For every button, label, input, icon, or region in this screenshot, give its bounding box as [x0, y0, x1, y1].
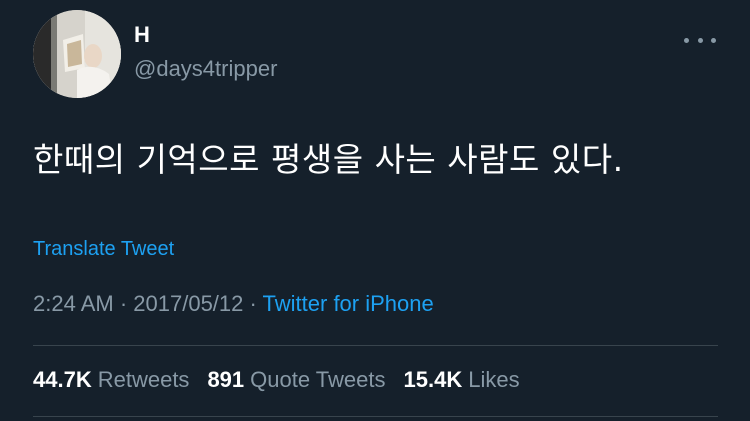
avatar-photo — [33, 10, 121, 98]
tweet-detail: H @days4tripper 한때의 기억으로 평생을 사는 사람도 있다. … — [0, 0, 750, 421]
quote-tweets-stat[interactable]: 891 Quote Tweets — [207, 367, 385, 393]
display-name[interactable]: H — [134, 24, 150, 46]
tweet-stats: 44.7K Retweets 891 Quote Tweets 15.4K Likes — [33, 367, 520, 393]
retweets-count: 44.7K — [33, 367, 92, 392]
likes-label: Likes — [468, 367, 520, 392]
likes-stat[interactable]: 15.4K Likes — [404, 367, 520, 393]
more-options-button[interactable] — [684, 30, 716, 50]
tweet-source-link[interactable]: Twitter for iPhone — [263, 291, 434, 316]
user-handle[interactable]: @days4tripper — [134, 58, 277, 80]
translate-tweet-link[interactable]: Translate Tweet — [33, 238, 174, 261]
tweet-date: 2017/05/12 — [133, 291, 244, 316]
more-horizontal-icon-dot — [711, 37, 716, 43]
divider-top — [33, 345, 718, 346]
tweet-metadata: 2:24 AM · 2017/05/12 · Twitter for iPhon… — [33, 291, 434, 317]
avatar[interactable] — [33, 10, 121, 98]
divider-bottom — [33, 416, 718, 417]
quote-tweets-count: 891 — [207, 367, 245, 392]
tweet-text: 한때의 기억으로 평생을 사는 사람도 있다. — [33, 140, 624, 179]
likes-count: 15.4K — [403, 367, 463, 392]
quote-tweets-label: Quote Tweets — [250, 367, 386, 392]
tweet-time: 2:24 AM — [33, 291, 114, 316]
more-horizontal-icon-dot — [697, 37, 703, 43]
more-horizontal-icon — [684, 37, 689, 43]
retweets-label: Retweets — [97, 367, 190, 392]
retweets-stat[interactable]: 44.7K Retweets — [33, 367, 189, 393]
meta-separator: · — [113, 291, 134, 316]
meta-separator-2: · — [243, 291, 263, 316]
